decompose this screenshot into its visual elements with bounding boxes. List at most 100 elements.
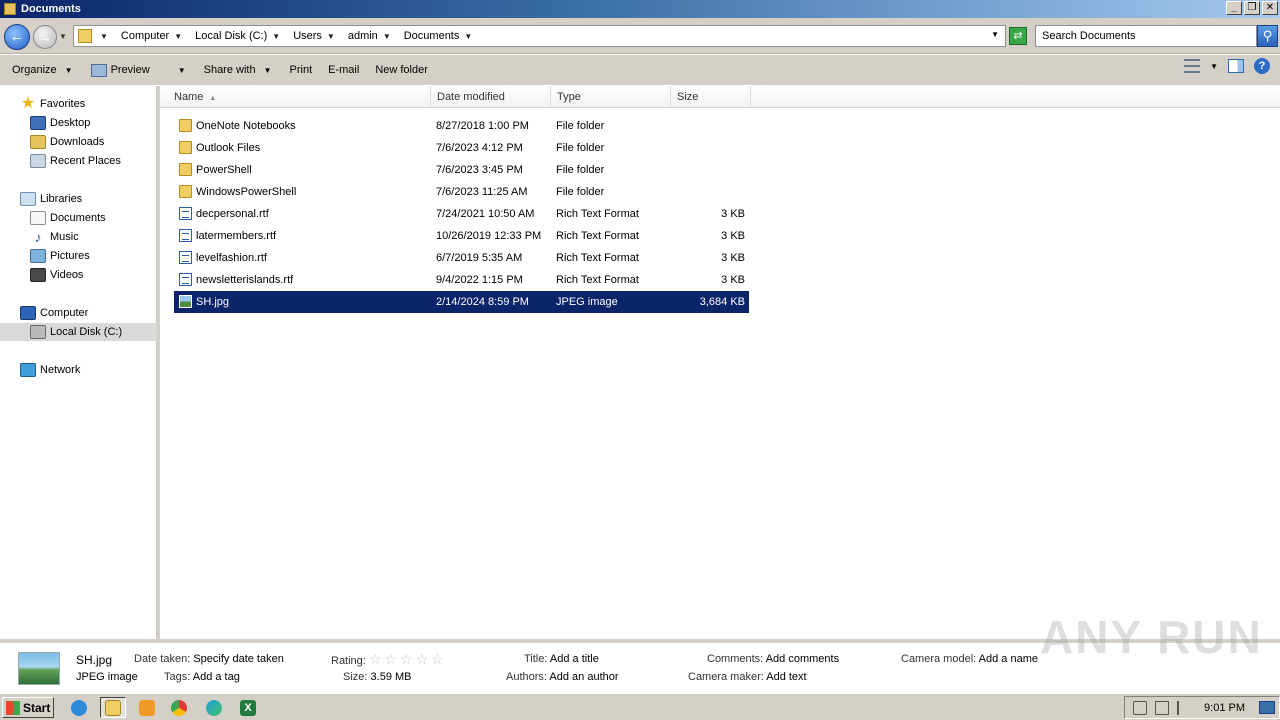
nav-recent-places[interactable]: Recent Places (30, 152, 121, 170)
nav-music[interactable]: ♪ Music (30, 228, 79, 246)
file-rows: OneNote Notebooks 8/27/2018 1:00 PM File f… (174, 115, 749, 313)
back-button[interactable]: ← (4, 24, 30, 50)
title-field[interactable]: Title: Add a title (524, 653, 599, 665)
minimize-button[interactable]: _ (1226, 1, 1242, 15)
nav-label: Desktop (50, 117, 91, 129)
breadcrumb-item-admin[interactable]: admin ▼ (344, 30, 400, 42)
file-list: Name ▲ Date modified Type Size OneNote No… (160, 86, 1280, 639)
recent-places-icon (30, 154, 46, 168)
chevron-down-icon[interactable]: ▼ (1210, 62, 1218, 71)
nav-desktop[interactable]: Desktop (30, 114, 90, 132)
file-size: 3,684 KB (699, 296, 745, 308)
details-filetype: JPEG image (76, 671, 138, 683)
nav-videos[interactable]: Videos (30, 266, 83, 284)
file-row[interactable]: latermembers.rtf 10/26/2019 12:33 PM Rich … (174, 225, 749, 247)
nav-libraries[interactable]: Libraries (20, 190, 82, 208)
folder-icon (179, 141, 192, 154)
file-row[interactable]: SH.jpg 2/14/2024 8:59 PM JPEG image 3,684 K… (174, 291, 749, 313)
column-header-size[interactable]: Size (671, 86, 751, 108)
flag-icon[interactable] (1177, 700, 1191, 715)
file-name: decpersonal.rtf (196, 208, 269, 220)
print-button[interactable]: Print (284, 58, 319, 82)
address-history-dropdown[interactable]: ▼ (991, 30, 999, 39)
file-row[interactable]: PowerShell 7/6/2023 3:45 PM File folder (174, 159, 749, 181)
rating-stars[interactable]: ☆☆☆☆☆ (369, 651, 447, 667)
camera-model-field[interactable]: Camera model: Add a name (901, 653, 1038, 665)
recent-pages-dropdown[interactable]: ▼ (59, 32, 67, 41)
start-button[interactable]: Start (2, 697, 54, 718)
file-row[interactable]: OneNote Notebooks 8/27/2018 1:00 PM File f… (174, 115, 749, 137)
breadcrumb-root-arrow[interactable]: ▼ (96, 32, 117, 41)
taskbar-edge[interactable] (201, 697, 227, 718)
file-type: File folder (556, 164, 605, 176)
field-value: Add a name (978, 653, 1038, 665)
clock[interactable]: 9:01 PM (1204, 702, 1245, 714)
media-player-icon (139, 699, 155, 716)
nav-favorites[interactable]: ★ Favorites (20, 95, 85, 113)
file-row[interactable]: levelfashion.rtf 6/7/2019 5:35 AM Rich Tex… (174, 247, 749, 269)
organize-button[interactable]: Organize ▼ (6, 58, 79, 82)
breadcrumb-item-users[interactable]: Users ▼ (289, 30, 344, 42)
comments-field[interactable]: Comments: Add comments (707, 653, 839, 665)
nav-label: Libraries (40, 193, 83, 205)
authors-field[interactable]: Authors: Add an author (506, 671, 619, 683)
breadcrumb-item-computer[interactable]: Computer ▼ (117, 30, 191, 42)
nav-label: Documents (50, 212, 106, 224)
nav-local-disk[interactable]: Local Disk (C:) (0, 323, 157, 341)
taskbar-chrome[interactable] (166, 697, 192, 718)
field-label: Authors: (506, 671, 547, 683)
refresh-button[interactable]: ⇄ (1009, 27, 1027, 45)
nav-computer[interactable]: Computer (20, 304, 88, 322)
nav-pictures[interactable]: Pictures (30, 247, 90, 265)
file-row[interactable]: WindowsPowerShell 7/6/2023 11:25 AM File f… (174, 181, 749, 203)
help-icon[interactable]: ? (1254, 58, 1270, 74)
taskbar-explorer[interactable] (100, 697, 126, 718)
close-button[interactable]: ✕ (1262, 1, 1278, 15)
column-header-date[interactable]: Date modified (431, 86, 551, 108)
taskbar-internet-explorer[interactable] (66, 697, 92, 718)
folder-icon (179, 163, 192, 176)
preview-pane-icon[interactable] (1228, 59, 1244, 73)
date-taken-field[interactable]: Date taken: Specify date taken (134, 653, 284, 665)
taskbar-excel[interactable]: X (235, 697, 261, 718)
email-button[interactable]: E-mail (322, 58, 365, 82)
speaker-icon[interactable] (1133, 700, 1147, 715)
change-view-icon[interactable] (1184, 59, 1201, 73)
forward-button[interactable]: → (33, 25, 57, 49)
column-header-name[interactable]: Name ▲ (168, 86, 431, 108)
file-name: SH.jpg (196, 296, 230, 308)
breadcrumb-item-documents[interactable]: Documents ▼ (400, 30, 482, 42)
nav-network[interactable]: Network (20, 361, 80, 379)
file-row[interactable]: decpersonal.rtf 7/24/2021 10:50 AM Rich Te… (174, 203, 749, 225)
nav-downloads[interactable]: Downloads (30, 133, 104, 151)
rating-field[interactable]: Rating: ☆☆☆☆☆ (331, 651, 447, 668)
nav-label: Computer (40, 307, 89, 319)
nav-documents[interactable]: Documents (30, 209, 106, 227)
breadcrumb-item-local-disk[interactable]: Local Disk (C:) ▼ (191, 30, 289, 42)
column-headers: Name ▲ Date modified Type Size (160, 86, 1280, 108)
new-folder-button[interactable]: New folder (369, 58, 434, 82)
network-tray-icon[interactable] (1155, 700, 1169, 715)
taskbar-media-player[interactable] (134, 697, 160, 718)
breadcrumb[interactable]: ▼ Computer ▼ Local Disk (C:) ▼ Users ▼ admi… (73, 25, 1006, 47)
file-name: WindowsPowerShell (196, 186, 297, 198)
restore-button[interactable]: ❐ (1244, 1, 1260, 15)
file-type: Rich Text Format (556, 274, 639, 286)
file-row[interactable]: newsletterislands.rtf 9/4/2022 1:15 PM Ric… (174, 269, 749, 291)
show-desktop-icon[interactable] (1259, 701, 1275, 714)
file-size: 3 KB (721, 252, 745, 264)
file-row[interactable]: Outlook Files 7/6/2023 4:12 PM File folder (174, 137, 749, 159)
address-bar-area: ← → ▼ ▼ Computer ▼ Local Disk (C:) ▼ Users… (0, 18, 1280, 54)
preview-button[interactable]: Preview ▼ (85, 58, 192, 82)
tags-field[interactable]: Tags: Add a tag (164, 671, 240, 683)
column-header-type[interactable]: Type (551, 86, 671, 108)
share-with-button[interactable]: Share with ▼ (198, 58, 278, 82)
sort-ascending-icon: ▲ (209, 95, 217, 102)
search-input[interactable]: Search Documents (1035, 25, 1257, 47)
search-icon[interactable]: ⚲ (1257, 25, 1278, 47)
file-type: File folder (556, 186, 605, 198)
file-date: 8/27/2018 1:00 PM (436, 120, 529, 132)
file-type: File folder (556, 120, 605, 132)
camera-maker-field[interactable]: Camera maker: Add text (688, 671, 807, 683)
field-value: Add an author (549, 671, 619, 683)
